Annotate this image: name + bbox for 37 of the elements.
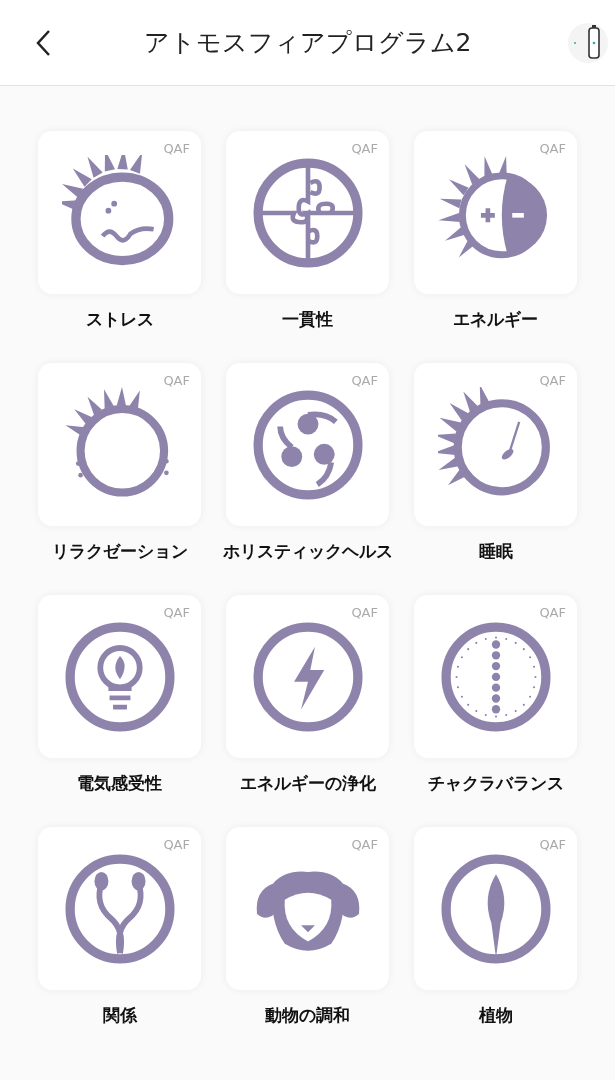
badge-label: QAF (351, 837, 378, 852)
program-label: 電気感受性 (77, 772, 162, 795)
program-label: 動物の調和 (265, 1004, 350, 1027)
program-card[interactable]: QAF (414, 363, 577, 526)
program-label: 睡眠 (478, 540, 513, 563)
program-label: エネルギーの浄化 (239, 772, 376, 795)
badge-label: QAF (163, 141, 190, 156)
program-card[interactable]: QAF (38, 595, 201, 758)
program-label: ストレス (85, 308, 154, 331)
program-label: チャクラバランス (427, 772, 564, 795)
badge-label: QAF (351, 373, 378, 388)
badge-label: QAF (539, 141, 566, 156)
page-title: アトモスフィアプログラム2 (143, 27, 472, 59)
program-card[interactable]: QAF (226, 827, 389, 990)
badge-label: QAF (163, 605, 190, 620)
program-label: ホリスティックヘルス (222, 540, 393, 563)
badge-label: QAF (163, 373, 190, 388)
badge-label: QAF (539, 373, 566, 388)
program-card[interactable]: QAF (414, 131, 577, 294)
program-card[interactable]: QAF (414, 827, 577, 990)
program-card[interactable]: QAF (226, 131, 389, 294)
program-card[interactable]: QAF (414, 595, 577, 758)
program-label: 植物 (478, 1004, 513, 1027)
program-card[interactable]: QAF (38, 363, 201, 526)
program-card[interactable]: QAF (38, 827, 201, 990)
badge-label: QAF (163, 837, 190, 852)
badge-label: QAF (351, 141, 378, 156)
badge-label: QAF (351, 605, 378, 620)
program-label: 一貫性 (282, 308, 333, 331)
badge-label: QAF (539, 605, 566, 620)
program-card[interactable]: QAF (38, 131, 201, 294)
program-label: エネルギー (453, 308, 538, 331)
program-label: 関係 (102, 1004, 137, 1027)
program-label: リラクゼーション (51, 540, 188, 563)
program-card[interactable]: QAF (226, 595, 389, 758)
program-card[interactable]: QAF (226, 363, 389, 526)
badge-label: QAF (539, 837, 566, 852)
